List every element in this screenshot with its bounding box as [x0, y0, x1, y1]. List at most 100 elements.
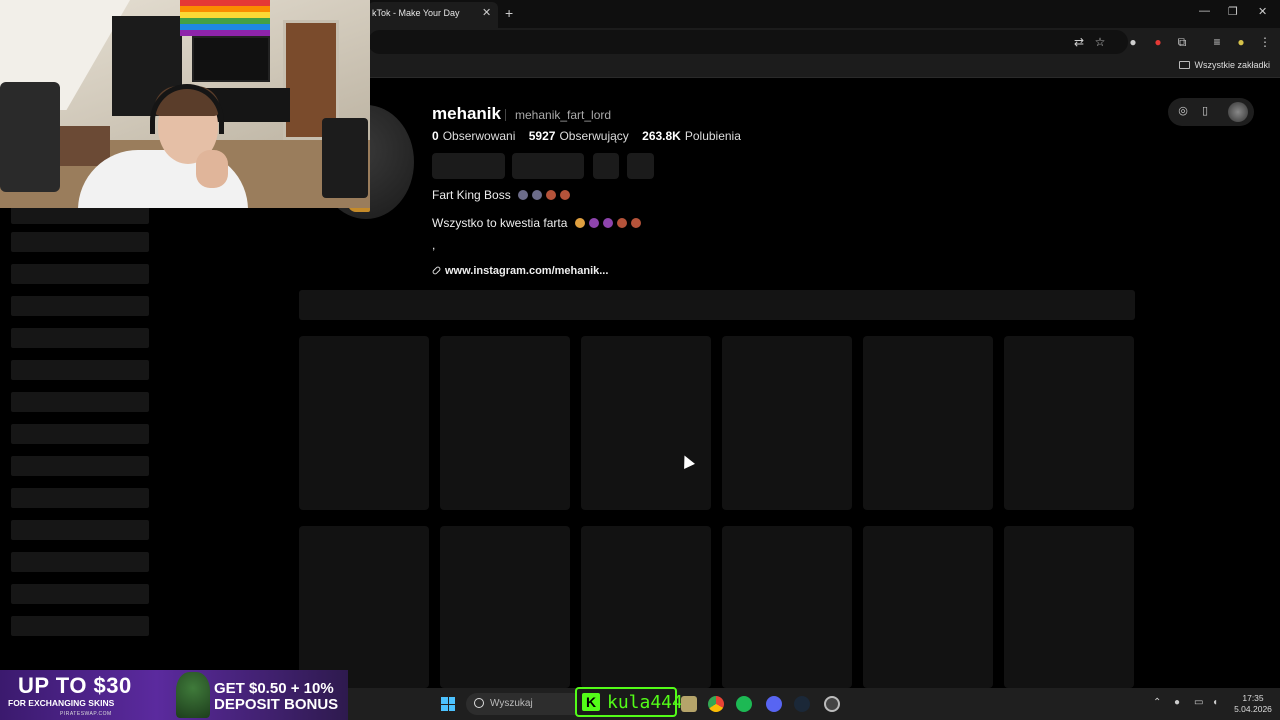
translate-icon[interactable]: ⇄ [1071, 34, 1087, 50]
video-card-skeleton[interactable] [863, 336, 993, 510]
profile-icon[interactable]: ● [1233, 34, 1249, 50]
spotify-icon[interactable] [736, 696, 752, 712]
divider [505, 109, 506, 121]
webcam-pc [322, 118, 368, 198]
minimize-button[interactable]: — [1199, 5, 1210, 17]
tab-title: kTok - Make Your Day [372, 8, 460, 18]
message-button-skeleton[interactable] [512, 153, 584, 179]
video-card-skeleton[interactable] [722, 336, 852, 510]
kick-channel-badge: K kula444 [575, 687, 683, 717]
app-icon[interactable] [824, 696, 840, 712]
profile-username: mehanik [432, 104, 501, 123]
extension-icon[interactable]: ● [1150, 34, 1166, 50]
menu-icon[interactable]: ⋮ [1257, 34, 1273, 50]
video-card-skeleton[interactable] [581, 526, 711, 688]
bull-emoji-icon [532, 190, 543, 200]
discord-icon[interactable] [766, 696, 782, 712]
followers-count: 5927 [528, 129, 556, 143]
close-window-button[interactable]: ✕ [1258, 5, 1267, 18]
tray-chevron-icon[interactable]: ⌃ [1153, 697, 1161, 708]
video-card-skeleton[interactable] [581, 336, 711, 510]
bio-line-2: Wszystko to kwestia farta [432, 216, 641, 230]
all-bookmarks-button[interactable]: Wszystkie zakładki [1179, 60, 1270, 70]
windows-taskbar: Wyszukaj K kula444 ⌃ ● ▭ ◖ 17:35 5.04.20… [348, 687, 1280, 720]
bio-line-1: Fart King Boss [432, 188, 571, 202]
video-card-skeleton[interactable] [440, 526, 570, 688]
sidebar-skeleton [11, 360, 149, 380]
following-count: 0 [432, 129, 439, 143]
bio-text-2: Wszystko to kwestia farta [432, 216, 568, 230]
sidebar-skeleton [11, 296, 149, 316]
file-explorer-icon[interactable] [681, 696, 697, 712]
search-icon [474, 698, 484, 708]
bull-emoji-icon [518, 190, 529, 200]
windows-start-icon[interactable] [441, 697, 455, 711]
media-icon[interactable]: ≡ [1209, 34, 1225, 50]
video-card-skeleton[interactable] [863, 526, 993, 688]
sidebar-skeleton [11, 264, 149, 284]
sidebar-skeleton [11, 232, 149, 252]
taskbar-clock[interactable]: 17:35 5.04.2026 [1231, 693, 1275, 715]
dancer-emoji-icon [546, 190, 557, 200]
video-card-skeleton[interactable] [722, 526, 852, 688]
kick-logo-icon: K [582, 693, 600, 711]
webcam-overlay [0, 0, 370, 208]
user-avatar[interactable] [1228, 102, 1248, 122]
cool-face-emoji-icon [574, 218, 585, 228]
video-card-skeleton[interactable] [1004, 336, 1134, 510]
sponsor-banner: UP TO $30 FOR EXCHANGING SKINS PIRATESWA… [0, 670, 348, 720]
followers-stat[interactable]: 5927 Obserwujący [529, 129, 629, 143]
webcam-chair [0, 82, 60, 192]
taskbar-search[interactable]: Wyszukaj [466, 693, 586, 715]
tab-close-icon[interactable]: ✕ [482, 6, 491, 19]
video-card-skeleton[interactable] [299, 526, 429, 688]
likes-label: Polubienia [684, 129, 741, 143]
suggest-button-skeleton[interactable] [593, 153, 619, 179]
mic-tray-icon[interactable]: ● [1174, 697, 1180, 708]
video-card-skeleton[interactable] [299, 336, 429, 510]
link-icon [431, 265, 442, 276]
follow-button-skeleton[interactable] [432, 153, 505, 179]
sidebar-skeleton [11, 424, 149, 444]
likes-stat: 263.8K Polubienia [642, 129, 741, 143]
banner-site: PIRATESWAP.COM [60, 711, 112, 717]
restore-button[interactable]: ❐ [1228, 5, 1238, 18]
dancer-emoji-icon [616, 218, 627, 228]
sidebar-skeleton [11, 584, 149, 604]
profile-link[interactable]: www.instagram.com/mehanik... [431, 265, 609, 277]
more-button-skeleton[interactable] [627, 153, 654, 179]
rainbow-flag [180, 0, 270, 36]
followers-label: Obserwujący [559, 129, 629, 143]
banner-offer-1: GET $0.50 + 10% [214, 680, 334, 697]
bio-text-1: Fart King Boss [432, 188, 511, 202]
content-tabs-skeleton [299, 290, 1135, 320]
video-card-skeleton[interactable] [1004, 526, 1134, 688]
network-icon[interactable]: ▭ [1194, 697, 1203, 708]
folder-icon [1179, 61, 1191, 69]
bookmark-star-icon[interactable]: ☆ [1092, 34, 1108, 50]
browser-tab-tiktok[interactable]: kTok - Make Your Day ✕ [368, 2, 498, 28]
puzzle-icon[interactable]: ⧉ [1174, 34, 1190, 50]
dancer-emoji-icon [630, 218, 641, 228]
video-card-skeleton[interactable] [440, 336, 570, 510]
clock-date: 5.04.2026 [1234, 704, 1272, 714]
sidebar-skeleton [11, 552, 149, 572]
dancer-emoji-icon [560, 190, 571, 200]
profile-stats: 0 Obserwowani 5927 Obserwujący 263.8K Polub… [432, 129, 751, 143]
sidebar-skeleton [11, 456, 149, 476]
kick-channel-name: kula444 [607, 692, 683, 713]
profile-handle: mehanik_fart_lord [515, 108, 612, 122]
streamer-hand [196, 150, 228, 188]
profile-actions: ◎ ▯ [1168, 98, 1254, 126]
compass-icon[interactable]: ◎ [1176, 104, 1190, 118]
steam-icon[interactable] [794, 696, 810, 712]
new-tab-button[interactable]: + [505, 5, 513, 21]
profile-link-text: www.instagram.com/mehanik... [445, 265, 609, 277]
chrome-icon[interactable] [708, 696, 724, 712]
mic-icon[interactable]: ● [1125, 34, 1141, 50]
address-bar[interactable] [368, 30, 1128, 54]
sidebar-skeleton [11, 488, 149, 508]
phone-icon[interactable]: ▯ [1198, 104, 1212, 118]
volume-icon[interactable]: ◖ [1212, 697, 1218, 708]
following-stat[interactable]: 0 Obserwowani [432, 129, 515, 143]
